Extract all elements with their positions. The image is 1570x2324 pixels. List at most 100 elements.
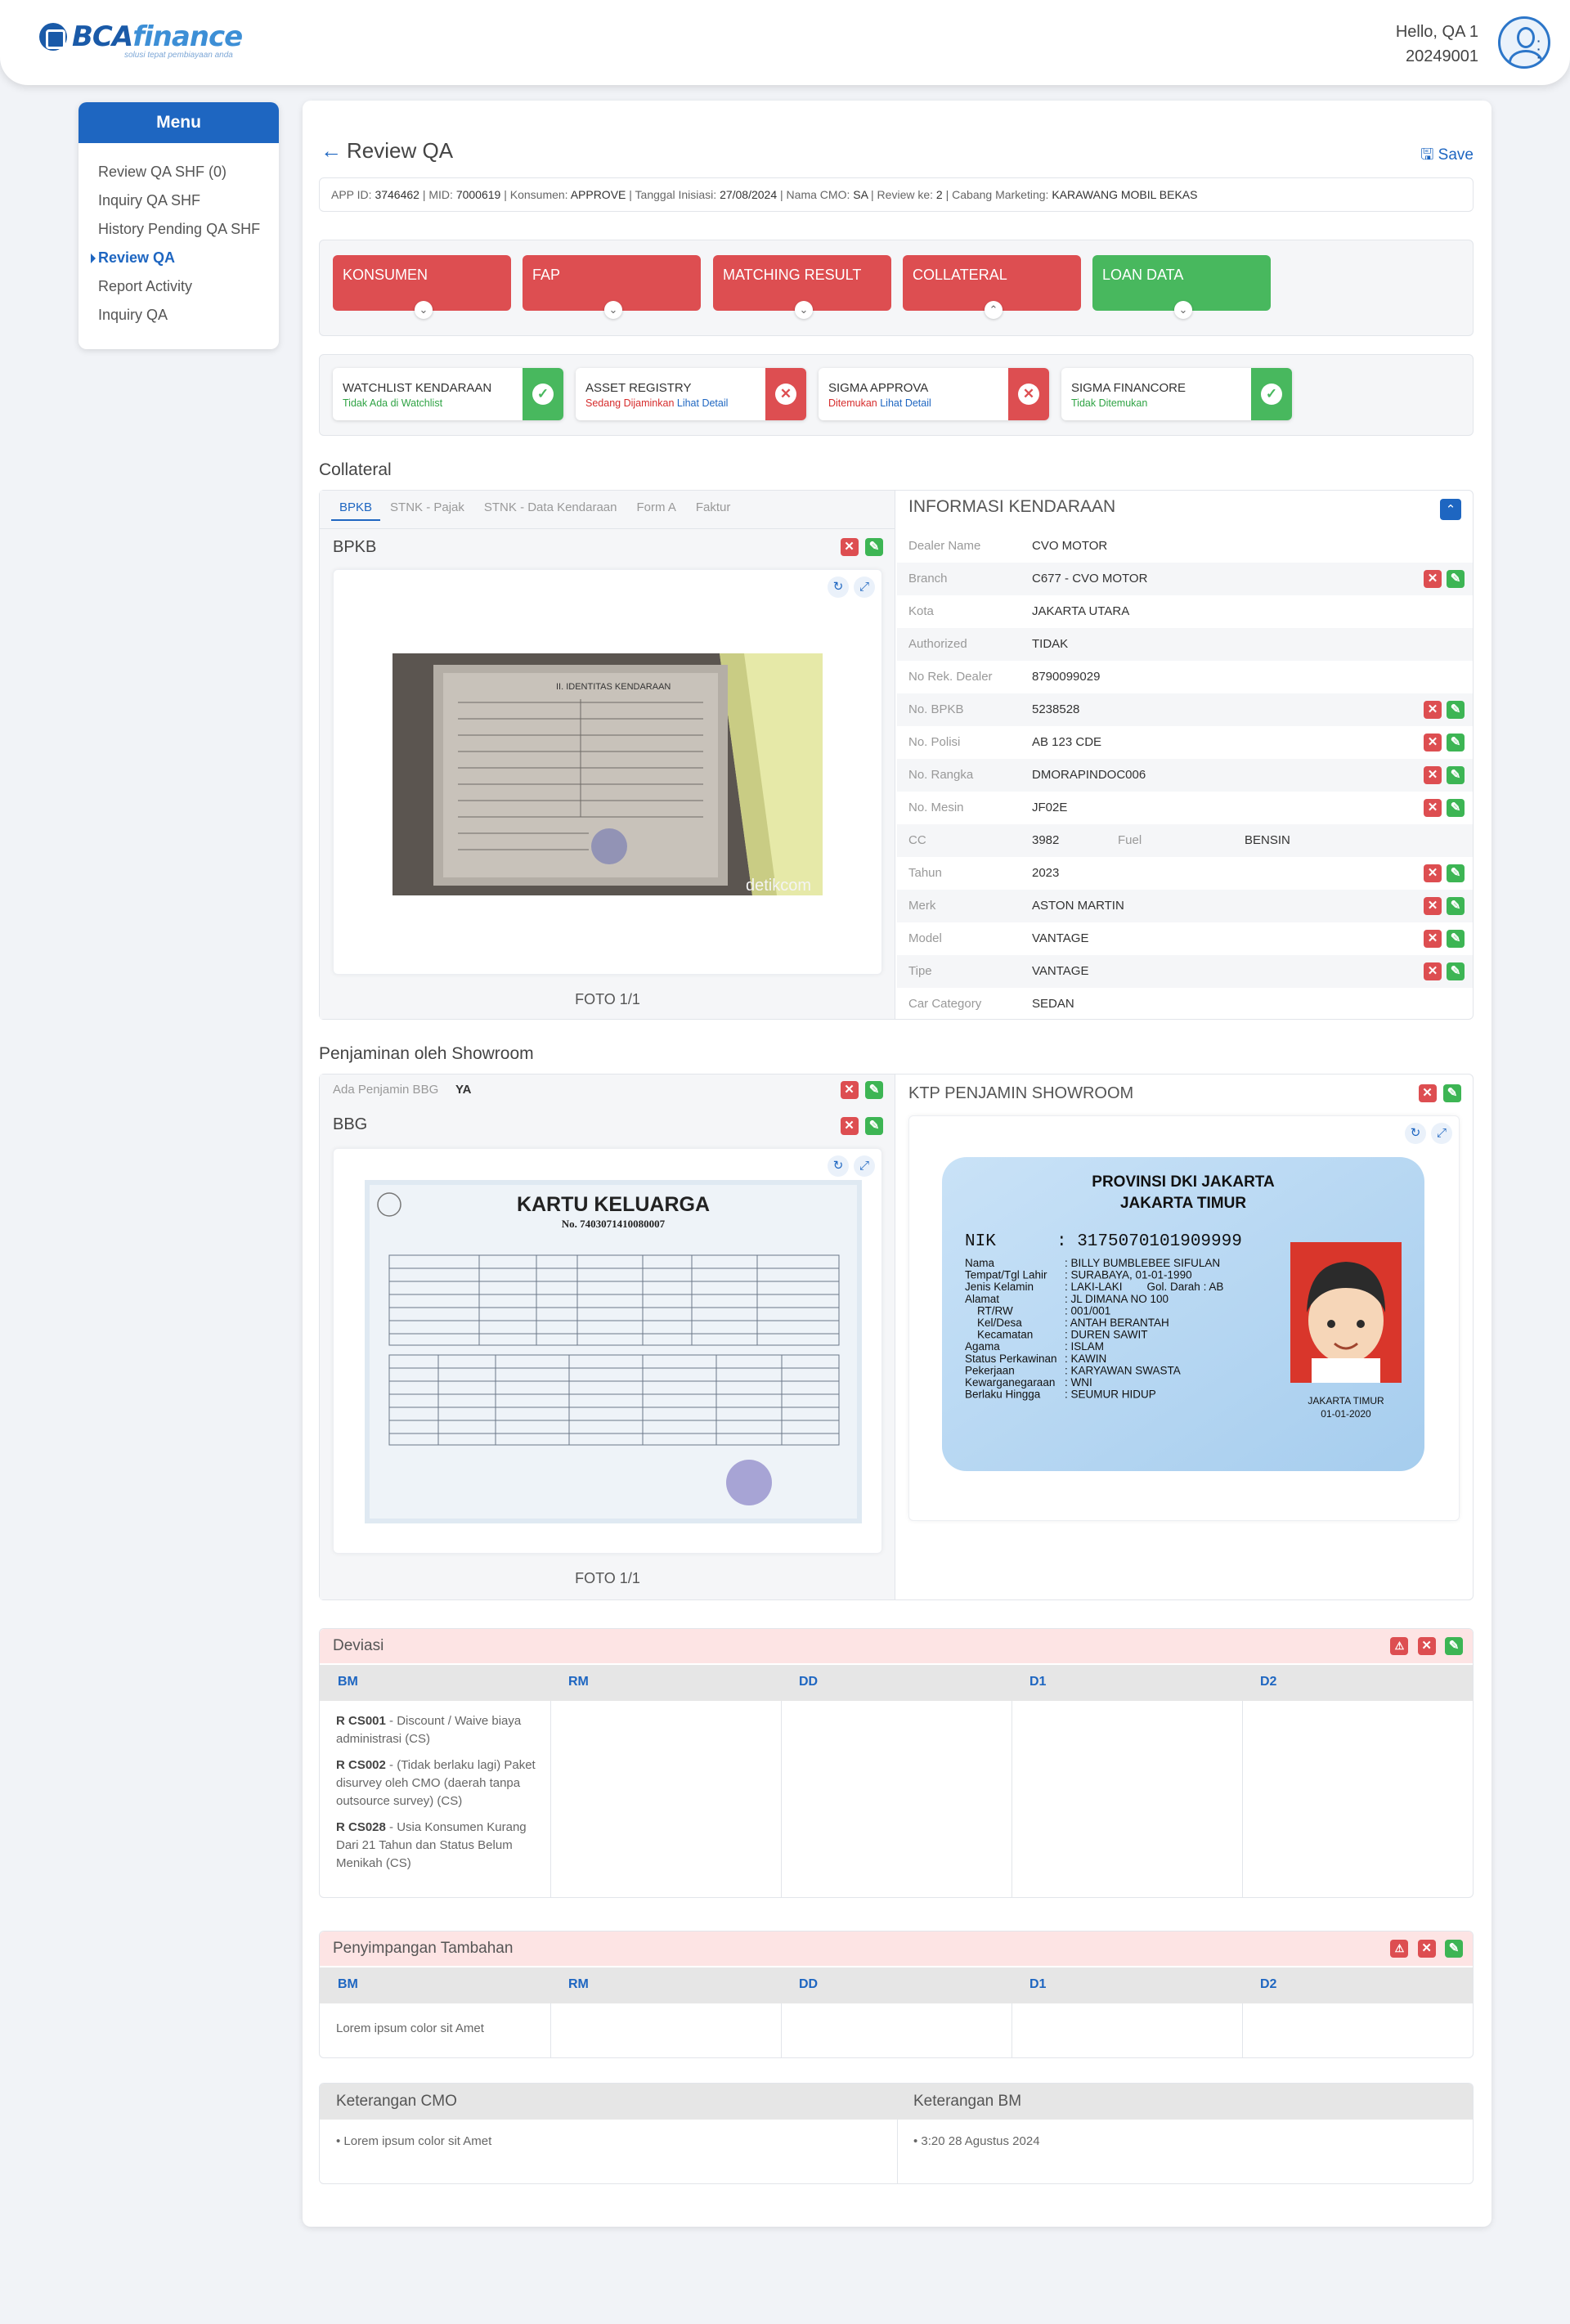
- penyimpangan-box: Penyimpangan Tambahan ⚠ ✕ ✎ BM RM DD D1 …: [319, 1931, 1474, 2058]
- vehicle-field-label: No. Polisi: [908, 735, 961, 749]
- close-icon[interactable]: ✕: [1424, 734, 1442, 752]
- lihat-detail-link[interactable]: Lihat Detail: [880, 397, 931, 409]
- edit-icon[interactable]: ✎: [1445, 1939, 1463, 1958]
- subtab-stnk-data[interactable]: STNK - Data Kendaraan: [474, 500, 627, 521]
- cabang: KARAWANG MOBIL BEKAS: [1052, 188, 1198, 201]
- rotate-icon[interactable]: ↻: [828, 1155, 849, 1177]
- close-icon[interactable]: ✕: [1424, 766, 1442, 785]
- menu-item-history-pending[interactable]: History Pending QA SHF: [98, 215, 279, 244]
- expand-icon[interactable]: ⤢: [854, 1155, 875, 1177]
- ktp-field-value: : JL DIMANA NO 100: [1065, 1293, 1169, 1305]
- menu-item-inquiry-qa-shf[interactable]: Inquiry QA SHF: [98, 186, 279, 215]
- edit-icon[interactable]: ✎: [1447, 734, 1465, 752]
- vehicle-field-value: ASTON MARTIN: [1032, 899, 1124, 913]
- tab-collateral[interactable]: COLLATERAL ⌃: [903, 255, 1081, 319]
- bca-finance-logo[interactable]: BCAfinance solusi tepat pembiayaan anda: [39, 23, 243, 60]
- close-icon[interactable]: ✕: [1424, 930, 1442, 949]
- save-button[interactable]: 🖫 Save: [1420, 143, 1474, 169]
- review: 2: [935, 188, 943, 201]
- close-icon[interactable]: ✕: [1424, 962, 1442, 981]
- subtab-form-a[interactable]: Form A: [626, 500, 685, 521]
- vehicle-field-label: Authorized: [908, 637, 967, 651]
- chevron-down-icon[interactable]: ⌄: [1174, 301, 1192, 319]
- close-icon[interactable]: ✕: [840, 538, 859, 556]
- close-icon[interactable]: ✕: [1424, 570, 1442, 589]
- vehicle-field-label: Tipe: [908, 964, 932, 978]
- main-content: ← Review QA 🖫 Save APP ID: 3746462 | MID…: [303, 101, 1492, 2227]
- vehicle-field-value: 8790099029: [1032, 670, 1101, 684]
- close-icon[interactable]: ✕: [1417, 1636, 1436, 1655]
- user-avatar[interactable]: · · ·: [1498, 16, 1550, 69]
- back-arrow-icon[interactable]: ←: [321, 138, 342, 164]
- col-d2: D2: [1260, 1977, 1277, 1991]
- collateral-box: BPKB STNK - Pajak STNK - Data Kendaraan …: [319, 490, 1474, 1020]
- kk-title: KARTU KELUARGA: [517, 1193, 710, 1216]
- edit-icon[interactable]: ✎: [1445, 1636, 1463, 1655]
- chevron-up-icon[interactable]: ⌃: [985, 301, 1003, 319]
- edit-icon[interactable]: ✎: [865, 1117, 883, 1135]
- rotate-icon[interactable]: ↻: [1405, 1123, 1426, 1144]
- close-icon[interactable]: ✕: [840, 1117, 859, 1135]
- penyimpangan-header: Penyimpangan Tambahan ⚠ ✕ ✎: [320, 1931, 1473, 1966]
- bbg-actions: ✕ ✎: [840, 1081, 883, 1099]
- check-fail-icon: ✕: [765, 368, 806, 420]
- edit-icon[interactable]: ✎: [1447, 701, 1465, 720]
- close-icon[interactable]: ✕: [1424, 799, 1442, 818]
- expand-icon[interactable]: ⤢: [1431, 1123, 1452, 1144]
- edit-icon[interactable]: ✎: [1447, 930, 1465, 949]
- close-icon[interactable]: ✕: [1424, 864, 1442, 883]
- rotate-icon[interactable]: ↻: [828, 577, 849, 598]
- tab-konsumen[interactable]: KONSUMEN ⌄: [333, 255, 511, 319]
- close-icon[interactable]: ✕: [1424, 701, 1442, 720]
- tab-fap[interactable]: FAP ⌄: [523, 255, 701, 319]
- cmo: SA: [853, 188, 868, 201]
- check-status-text: Ditemukan: [828, 397, 881, 409]
- cross-mark: ✕: [775, 384, 796, 405]
- edit-icon[interactable]: ✎: [1447, 570, 1465, 589]
- close-icon[interactable]: ✕: [1418, 1084, 1437, 1102]
- vehicle-field-value: JAKARTA UTARA: [1032, 604, 1130, 618]
- divider: [781, 2003, 782, 2057]
- kartu-keluarga-photo: KARTU KELUARGA No. 7403071410080007: [365, 1180, 862, 1523]
- check-mark: ✓: [532, 384, 554, 405]
- row-actions: ✕ ✎: [1419, 726, 1465, 759]
- check-sigma-approva: SIGMA APPROVA Ditemukan Lihat Detail ✕: [819, 368, 1049, 420]
- chevron-down-icon[interactable]: ⌄: [415, 301, 433, 319]
- edit-icon[interactable]: ✎: [1447, 962, 1465, 981]
- vehicle-row: Authorized TIDAK: [897, 628, 1473, 661]
- deviasi-header: Deviasi ⚠ ✕ ✎: [320, 1629, 1473, 1663]
- edit-icon[interactable]: ✎: [1443, 1084, 1461, 1102]
- menu-item-inquiry-qa[interactable]: Inquiry QA: [98, 301, 279, 330]
- kebab-menu-icon[interactable]: · · ·: [1536, 35, 1541, 63]
- edit-icon[interactable]: ✎: [865, 1081, 883, 1099]
- subtab-faktur[interactable]: Faktur: [686, 500, 741, 521]
- edit-icon[interactable]: ✎: [1447, 897, 1465, 916]
- edit-icon[interactable]: ✎: [1447, 799, 1465, 818]
- menu-item-report-activity[interactable]: Report Activity: [98, 272, 279, 301]
- edit-icon[interactable]: ✎: [865, 538, 883, 556]
- close-icon[interactable]: ✕: [840, 1081, 859, 1099]
- expand-icon[interactable]: ⤢: [854, 577, 875, 598]
- edit-icon[interactable]: ✎: [1447, 864, 1465, 883]
- menu-item-review-qa-shf[interactable]: Review QA SHF (0): [98, 158, 279, 186]
- deviasi-columns: BM RM DD D1 D2: [320, 1665, 1473, 1701]
- vehicle-field-label: Merk: [908, 899, 936, 913]
- chevron-down-icon[interactable]: ⌄: [795, 301, 813, 319]
- close-icon[interactable]: ✕: [1424, 897, 1442, 916]
- collapse-icon[interactable]: ⌃: [1440, 499, 1461, 520]
- tab-loan-data[interactable]: LOAN DATA ⌄: [1092, 255, 1271, 319]
- close-icon[interactable]: ✕: [1417, 1939, 1436, 1958]
- edit-icon[interactable]: ✎: [1447, 766, 1465, 785]
- mid-label: | MID:: [419, 188, 456, 201]
- menu-item-review-qa[interactable]: Review QA: [91, 244, 279, 272]
- chevron-down-icon[interactable]: ⌄: [604, 301, 622, 319]
- row-actions: ✕ ✎: [1419, 693, 1465, 726]
- lihat-detail-link[interactable]: Lihat Detail: [677, 397, 729, 409]
- row-actions: ✕ ✎: [1419, 759, 1465, 792]
- tab-matching-result[interactable]: MATCHING RESULT ⌄: [713, 255, 891, 319]
- warning-icon[interactable]: ⚠: [1390, 1939, 1409, 1958]
- ktp-field-value: : LAKI-LAKI Gol. Darah : AB: [1065, 1281, 1223, 1293]
- subtab-bpkb[interactable]: BPKB: [331, 500, 381, 521]
- subtab-stnk-pajak[interactable]: STNK - Pajak: [380, 500, 474, 521]
- warning-icon[interactable]: ⚠: [1390, 1636, 1409, 1655]
